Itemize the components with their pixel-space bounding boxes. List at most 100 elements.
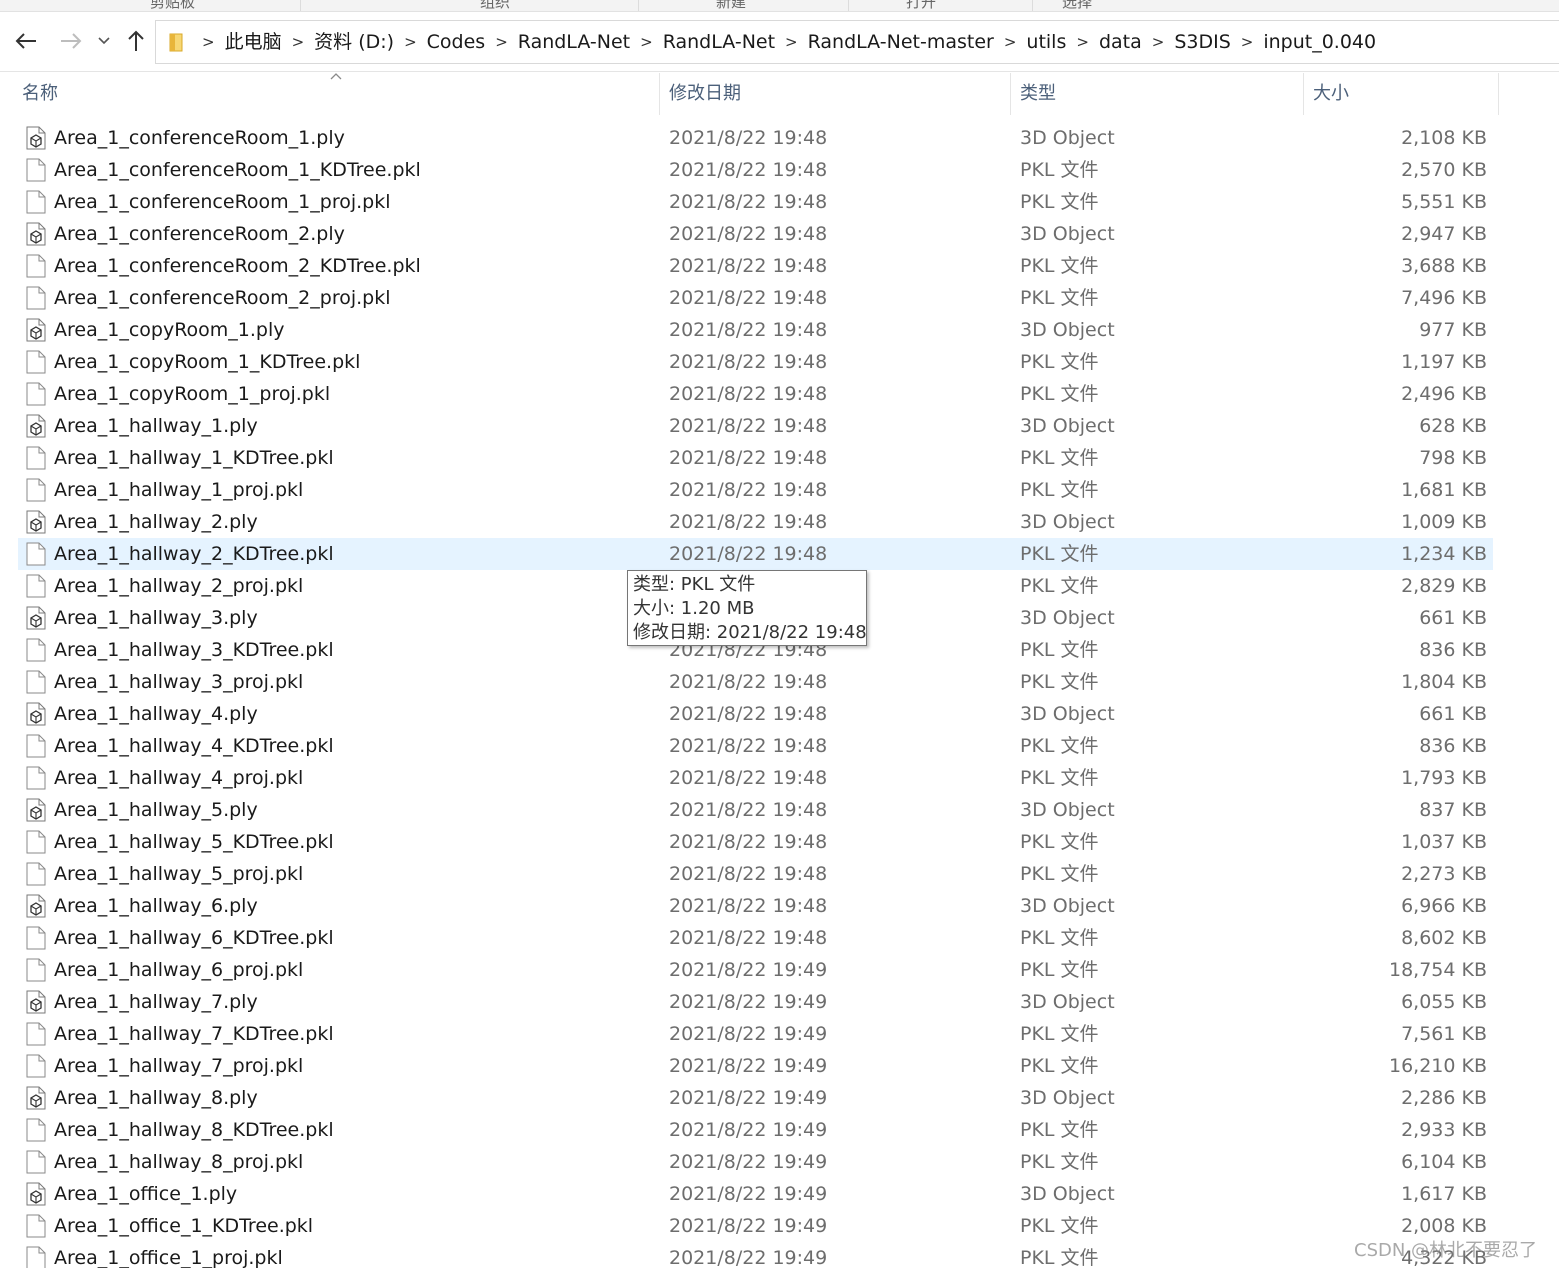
- breadcrumb-randla-net-master[interactable]: RandLA-Net-master: [804, 21, 998, 63]
- file-row[interactable]: Area_1_office_1_KDTree.pkl 2021/8/22 19:4…: [18, 1210, 1493, 1242]
- chevron-right-icon[interactable]: >: [1070, 21, 1095, 63]
- file-row[interactable]: Area_1_hallway_6.ply 2021/8/22 19:48 3D Ob…: [18, 890, 1493, 922]
- file-row[interactable]: Area_1_conferenceRoom_2.ply 2021/8/22 19:…: [18, 218, 1493, 250]
- 3d-object-file-icon: [26, 510, 46, 534]
- file-row[interactable]: Area_1_hallway_4.ply 2021/8/22 19:48 3D Ob…: [18, 698, 1493, 730]
- file-date: 2021/8/22 19:49: [669, 1119, 828, 1141]
- file-row[interactable]: Area_1_hallway_2_KDTree.pkl 2021/8/22 19:…: [18, 538, 1493, 570]
- file-row[interactable]: Area_1_office_1_proj.pkl 2021/8/22 19:49 P…: [18, 1242, 1493, 1268]
- ribbon-group-new[interactable]: 新建: [716, 0, 746, 11]
- blank-file-icon: [26, 1150, 46, 1174]
- file-row[interactable]: Area_1_hallway_4_proj.pkl 2021/8/22 19:48…: [18, 762, 1493, 794]
- file-type: 3D Object: [1020, 991, 1115, 1013]
- chevron-right-icon[interactable]: >: [998, 21, 1023, 63]
- file-name: Area_1_copyRoom_1_KDTree.pkl: [54, 351, 361, 373]
- file-row[interactable]: Area_1_conferenceRoom_2_proj.pkl 2021/8/2…: [18, 282, 1493, 314]
- breadcrumb-data[interactable]: data: [1095, 21, 1146, 63]
- file-type: PKL 文件: [1020, 479, 1099, 501]
- file-size: 1,037 KB: [1401, 831, 1487, 853]
- file-name: Area_1_hallway_6_proj.pkl: [54, 959, 304, 981]
- column-header-type[interactable]: 类型: [1012, 73, 1302, 115]
- back-arrow-icon: [15, 33, 36, 49]
- chevron-right-icon[interactable]: >: [196, 21, 221, 63]
- breadcrumb-randla-net-inner[interactable]: RandLA-Net: [659, 21, 779, 63]
- file-row[interactable]: Area_1_hallway_8_KDTree.pkl 2021/8/22 19:…: [18, 1114, 1493, 1146]
- file-name: Area_1_conferenceRoom_2_KDTree.pkl: [54, 255, 421, 277]
- file-row[interactable]: Area_1_hallway_2.ply 2021/8/22 19:48 3D Ob…: [18, 506, 1493, 538]
- ribbon-group-open[interactable]: 打开: [906, 0, 936, 11]
- file-row[interactable]: Area_1_hallway_5.ply 2021/8/22 19:48 3D Ob…: [18, 794, 1493, 826]
- column-divider[interactable]: [1303, 73, 1304, 115]
- file-row[interactable]: Area_1_hallway_1_proj.pkl 2021/8/22 19:48…: [18, 474, 1493, 506]
- file-name: Area_1_hallway_2_proj.pkl: [54, 575, 304, 597]
- file-row[interactable]: Area_1_conferenceRoom_2_KDTree.pkl 2021/8…: [18, 250, 1493, 282]
- file-size: 6,104 KB: [1401, 1151, 1487, 1173]
- file-row[interactable]: Area_1_hallway_1_KDTree.pkl 2021/8/22 19:…: [18, 442, 1493, 474]
- file-row[interactable]: Area_1_copyRoom_1_KDTree.pkl 2021/8/22 19…: [18, 346, 1493, 378]
- breadcrumb-codes[interactable]: Codes: [423, 21, 490, 63]
- file-row[interactable]: Area_1_copyRoom_1_proj.pkl 2021/8/22 19:4…: [18, 378, 1493, 410]
- ribbon-group-organize[interactable]: 组织: [480, 0, 510, 11]
- breadcrumb-s3dis[interactable]: S3DIS: [1170, 21, 1234, 63]
- column-header-size[interactable]: 大小: [1305, 73, 1497, 115]
- file-type: 3D Object: [1020, 511, 1115, 533]
- breadcrumb-utils[interactable]: utils: [1022, 21, 1070, 63]
- column-divider[interactable]: [659, 73, 660, 115]
- column-header-name[interactable]: 名称: [14, 73, 658, 115]
- chevron-right-icon[interactable]: >: [489, 21, 514, 63]
- blank-file-icon: [26, 158, 46, 182]
- column-divider[interactable]: [1498, 73, 1499, 115]
- chevron-right-icon[interactable]: >: [779, 21, 804, 63]
- blank-file-icon: [26, 382, 46, 406]
- recent-locations-button[interactable]: [91, 26, 117, 56]
- file-row[interactable]: Area_1_conferenceRoom_1_KDTree.pkl 2021/8…: [18, 154, 1493, 186]
- file-row[interactable]: Area_1_hallway_8_proj.pkl 2021/8/22 19:49…: [18, 1146, 1493, 1178]
- file-row[interactable]: Area_1_hallway_3_proj.pkl 2021/8/22 19:48…: [18, 666, 1493, 698]
- file-name: Area_1_hallway_3.ply: [54, 607, 258, 629]
- breadcrumb-this-pc[interactable]: 此电脑: [221, 21, 286, 63]
- file-size: 3,688 KB: [1401, 255, 1487, 277]
- ribbon-group-select[interactable]: 选择: [1062, 0, 1092, 11]
- file-size: 7,496 KB: [1401, 287, 1487, 309]
- breadcrumb-current-folder[interactable]: input_0.040: [1259, 21, 1380, 63]
- forward-button[interactable]: [56, 26, 86, 56]
- ribbon-group-clipboard[interactable]: 剪贴板: [150, 0, 195, 11]
- file-size: 6,966 KB: [1401, 895, 1487, 917]
- 3d-object-file-icon: [26, 798, 46, 822]
- column-divider[interactable]: [1010, 73, 1011, 115]
- 3d-object-file-icon: [26, 990, 46, 1014]
- up-button[interactable]: [121, 26, 151, 56]
- file-name: Area_1_hallway_3_proj.pkl: [54, 671, 304, 693]
- file-name: Area_1_hallway_1_proj.pkl: [54, 479, 304, 501]
- file-date: 2021/8/22 19:48: [669, 479, 828, 501]
- file-row[interactable]: Area_1_hallway_6_proj.pkl 2021/8/22 19:49…: [18, 954, 1493, 986]
- file-row[interactable]: Area_1_hallway_7_KDTree.pkl 2021/8/22 19:…: [18, 1018, 1493, 1050]
- breadcrumb-drive-d[interactable]: 资料 (D:): [310, 21, 398, 63]
- file-row[interactable]: Area_1_office_1.ply 2021/8/22 19:49 3D Obj…: [18, 1178, 1493, 1210]
- file-row[interactable]: Area_1_copyRoom_1.ply 2021/8/22 19:48 3D O…: [18, 314, 1493, 346]
- chevron-right-icon[interactable]: >: [398, 21, 423, 63]
- file-row[interactable]: Area_1_hallway_7.ply 2021/8/22 19:49 3D Ob…: [18, 986, 1493, 1018]
- address-bar[interactable]: > 此电脑 > 资料 (D:) > Codes > RandLA-Net > R…: [155, 20, 1559, 64]
- file-type: 3D Object: [1020, 415, 1115, 437]
- blank-file-icon: [26, 926, 46, 950]
- blank-file-icon: [26, 286, 46, 310]
- file-row[interactable]: Area_1_hallway_1.ply 2021/8/22 19:48 3D Ob…: [18, 410, 1493, 442]
- file-row[interactable]: Area_1_hallway_7_proj.pkl 2021/8/22 19:49…: [18, 1050, 1493, 1082]
- chevron-right-icon[interactable]: >: [1235, 21, 1260, 63]
- file-row[interactable]: Area_1_hallway_8.ply 2021/8/22 19:49 3D Ob…: [18, 1082, 1493, 1114]
- file-row[interactable]: Area_1_hallway_6_KDTree.pkl 2021/8/22 19:…: [18, 922, 1493, 954]
- file-date: 2021/8/22 19:48: [669, 767, 828, 789]
- file-name: Area_1_hallway_1.ply: [54, 415, 258, 437]
- column-header-date[interactable]: 修改日期: [661, 73, 1009, 115]
- breadcrumb-randla-net[interactable]: RandLA-Net: [514, 21, 634, 63]
- file-row[interactable]: Area_1_hallway_5_KDTree.pkl 2021/8/22 19:…: [18, 826, 1493, 858]
- file-row[interactable]: Area_1_hallway_4_KDTree.pkl 2021/8/22 19:…: [18, 730, 1493, 762]
- file-row[interactable]: Area_1_conferenceRoom_1.ply 2021/8/22 19:…: [18, 122, 1493, 154]
- chevron-right-icon[interactable]: >: [634, 21, 659, 63]
- chevron-right-icon[interactable]: >: [1146, 21, 1171, 63]
- chevron-right-icon[interactable]: >: [286, 21, 311, 63]
- file-row[interactable]: Area_1_conferenceRoom_1_proj.pkl 2021/8/2…: [18, 186, 1493, 218]
- back-button[interactable]: [11, 26, 41, 56]
- file-row[interactable]: Area_1_hallway_5_proj.pkl 2021/8/22 19:48…: [18, 858, 1493, 890]
